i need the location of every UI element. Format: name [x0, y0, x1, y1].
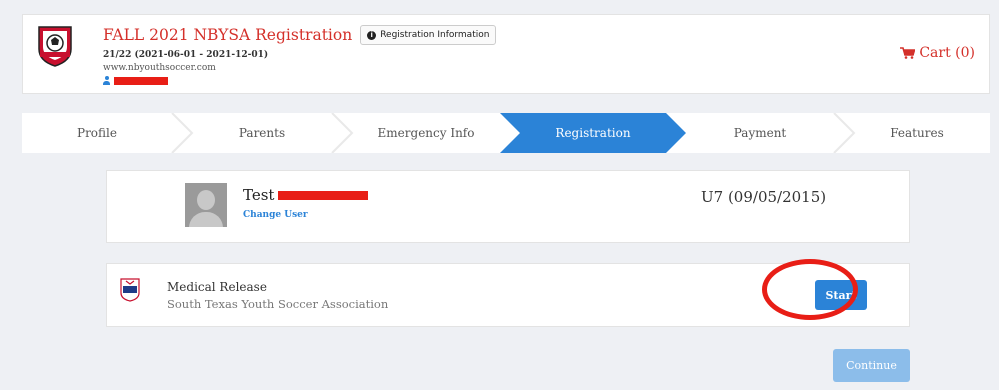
cart-label: Cart (0) — [919, 45, 975, 61]
start-button[interactable]: Start — [815, 280, 867, 310]
website-link[interactable]: www.nbyouthsoccer.com — [103, 63, 216, 73]
step-features[interactable]: Features — [844, 113, 990, 153]
age-group: U7 (09/05/2015) — [701, 188, 827, 206]
registration-steps: Profile Parents Emergency Info Registrat… — [22, 113, 990, 153]
registration-information-button[interactable]: i Registration Information — [360, 25, 497, 45]
step-registration[interactable]: Registration — [510, 113, 676, 153]
medical-release-card: Medical Release South Texas Youth Soccer… — [106, 263, 910, 327]
continue-button[interactable]: Continue — [833, 349, 910, 382]
player-card: Test Change User U7 (09/05/2015) — [106, 170, 910, 243]
step-profile[interactable]: Profile — [22, 113, 172, 153]
step-payment[interactable]: Payment — [676, 113, 844, 153]
player-first-name: Test — [243, 186, 275, 204]
avatar — [185, 183, 227, 227]
step-emergency-info[interactable]: Emergency Info — [342, 113, 510, 153]
redacted-user-name — [114, 76, 168, 85]
nbysa-logo — [38, 26, 72, 67]
user-row — [103, 76, 168, 85]
registration-header: FALL 2021 NBYSA Registration i Registrat… — [22, 14, 990, 94]
redacted-last-name — [278, 190, 369, 200]
south-texas-badge-icon — [120, 278, 140, 302]
cart-icon — [900, 47, 916, 59]
season-dates: 21/22 (2021-06-01 - 2021-12-01) — [103, 50, 269, 60]
form-organization: South Texas Youth Soccer Association — [167, 297, 389, 311]
player-name: Test — [243, 186, 369, 204]
user-icon — [103, 76, 110, 85]
form-name: Medical Release — [167, 280, 267, 294]
page-title: FALL 2021 NBYSA Registration — [103, 26, 353, 44]
cart-button[interactable]: Cart (0) — [900, 45, 975, 61]
step-parents[interactable]: Parents — [182, 113, 342, 153]
registration-information-label: Registration Information — [380, 30, 490, 40]
info-icon: i — [367, 30, 377, 40]
change-user-link[interactable]: Change User — [243, 210, 308, 220]
